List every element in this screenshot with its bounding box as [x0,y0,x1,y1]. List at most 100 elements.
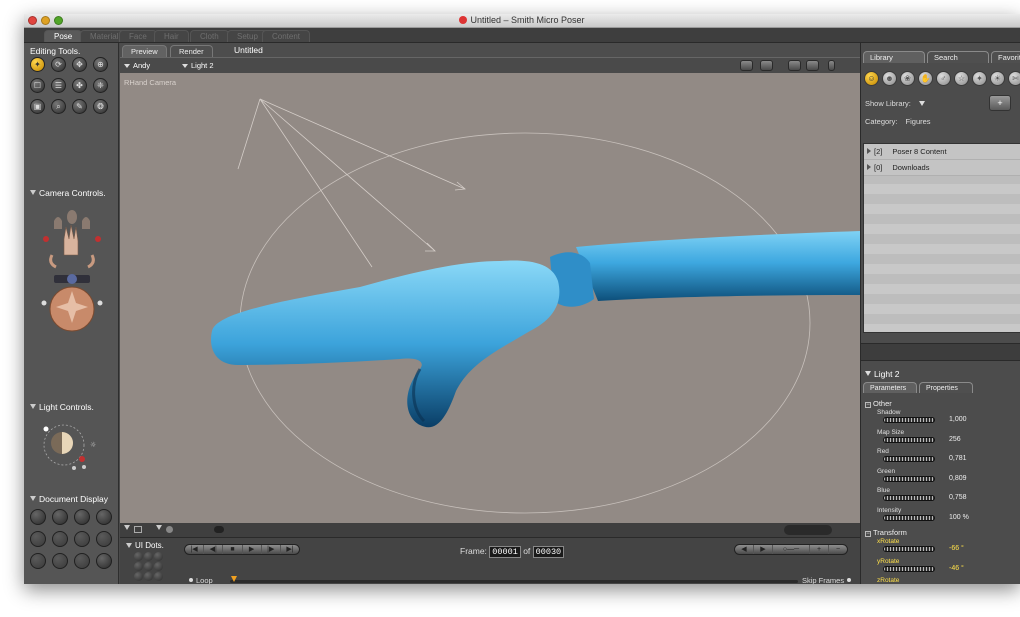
param-dial[interactable] [883,437,935,443]
translate-in-out-tool-icon[interactable]: ⊕ [93,57,108,72]
actor-select-menu[interactable]: Light 2 [182,61,214,70]
dock-icon[interactable] [134,526,142,533]
group-transform[interactable]: − Transform [865,528,907,537]
display-dots-toggle[interactable] [784,525,832,535]
param-dial[interactable] [883,566,935,572]
chevron-down-icon[interactable] [124,525,130,530]
wireframe-style-icon[interactable] [74,509,90,525]
collapse-triangle-icon[interactable] [30,190,36,195]
param-value[interactable]: -46 ° [949,565,964,572]
edit-keyframes-button[interactable]: ○—─ [773,545,810,554]
expressions-category-icon[interactable]: ❀ [900,71,915,86]
collapse-box-icon[interactable]: − [865,402,871,408]
3d-viewport[interactable]: RHand Camera [120,73,860,523]
go-to-end-button[interactable]: ▶| [281,545,299,554]
figure-circle-icon[interactable] [214,526,224,533]
ui-dot[interactable] [144,572,153,581]
morphing-tool-icon[interactable]: ✎ [72,99,87,114]
param-value[interactable]: 100 % [949,514,969,521]
collapse-box-icon[interactable]: − [865,531,871,537]
skip-frames-radio-icon[interactable] [847,578,852,582]
flat-shaded-style-icon[interactable] [52,531,68,547]
figures-category-icon[interactable]: ☺ [864,71,879,86]
cartoon-line-style-icon[interactable] [74,553,90,569]
param-value[interactable]: 0,781 [949,455,967,462]
ui-dot[interactable] [134,552,143,561]
flat-lined-style-icon[interactable] [74,531,90,547]
hidden-line-style-icon[interactable] [96,509,112,525]
group-other[interactable]: − Other [865,399,892,408]
current-frame-field[interactable]: 00001 [489,546,521,558]
param-dial[interactable] [883,495,935,501]
ui-dot[interactable] [154,572,163,581]
room-tab-pose[interactable]: Pose [44,30,83,42]
hair-category-icon[interactable]: ♂ [936,71,951,86]
timeline-scrubber[interactable] [230,576,798,583]
stop-button[interactable]: ■ [223,545,243,554]
step-forward-button[interactable]: |▶ [262,545,281,554]
show-library-row[interactable]: Show Library: [865,99,925,108]
previous-key-button[interactable]: ◀ [735,545,754,554]
tab-preview[interactable]: Preview [122,45,167,57]
add-keyframe-button[interactable]: + [810,545,829,554]
ground-plane-icon[interactable] [806,60,819,71]
tab-properties[interactable]: Properties [919,382,973,393]
room-tab-face[interactable]: Face [119,30,157,42]
ui-dot[interactable] [144,562,153,571]
depth-cue-icon[interactable] [828,60,835,71]
tab-parameters[interactable]: Parameters [863,382,917,393]
collapse-triangle-icon[interactable] [126,543,132,548]
direct-manipulation-tool-icon[interactable]: ❂ [93,99,108,114]
props-category-icon[interactable]: ☆ [954,71,969,86]
viewport-menu-arrow-icon[interactable] [842,60,850,71]
lights-category-icon[interactable]: ✦ [972,71,987,86]
param-dial[interactable] [883,417,935,423]
chain-break-tool-icon[interactable]: ✤ [72,78,87,93]
tab-render[interactable]: Render [170,45,213,57]
tab-search[interactable]: Search [927,51,989,63]
ui-dot[interactable] [144,552,153,561]
twist-tool-icon[interactable]: ⟳ [51,57,66,72]
room-tab-cloth[interactable]: Cloth [190,30,229,42]
smooth-shaded-style-icon[interactable] [96,553,112,569]
list-item[interactable]: [2] Poser 8 Content [864,144,1020,160]
materials-category-icon[interactable]: ✄ [1008,71,1020,86]
ui-dot[interactable] [154,552,163,561]
expand-arrow-icon[interactable] [867,148,871,154]
delete-keyframe-button[interactable]: − [829,545,847,554]
grouping-tool-icon[interactable]: ▣ [30,99,45,114]
param-dial[interactable] [883,546,935,552]
room-tab-content[interactable]: Content [262,30,311,42]
render-dimension-icon[interactable] [788,60,801,71]
chevron-down-icon[interactable] [865,371,871,376]
param-value[interactable]: 1,000 [949,416,967,423]
ui-dot[interactable] [134,562,143,571]
total-frames-field[interactable]: 00030 [532,546,565,558]
cartoon-style-icon[interactable] [96,531,112,547]
add-to-library-button[interactable]: + [989,95,1011,111]
param-value[interactable]: 0,809 [949,475,967,482]
expand-arrow-icon[interactable] [867,164,871,170]
taper-tool-icon[interactable]: ☰ [51,78,66,93]
translate-tool-icon[interactable]: ✥ [72,57,87,72]
shaded-style-icon[interactable] [30,553,46,569]
param-value[interactable]: 0,758 [949,494,967,501]
chevron-down-icon[interactable] [156,525,162,530]
param-value[interactable]: -66 ° [949,545,964,552]
view-magnifier-tool-icon[interactable]: ⌕ [51,99,66,114]
collapse-triangle-icon[interactable] [30,404,36,409]
step-back-button[interactable]: ◀| [204,545,224,554]
param-dial[interactable] [883,476,935,482]
room-tab-hair[interactable]: Hair [154,30,189,42]
go-to-start-button[interactable]: |◀ [185,545,205,554]
camera-view-icon[interactable] [740,60,753,71]
camera-controls-widget[interactable] [24,199,119,369]
silhouette-style-icon[interactable] [30,509,46,525]
cameras-category-icon[interactable]: ☀ [990,71,1005,86]
preview-options-icon[interactable] [166,526,173,533]
lit-wireframe-style-icon[interactable] [30,531,46,547]
outline-style-icon[interactable] [52,509,68,525]
ui-dot[interactable] [154,562,163,571]
light-controls-widget[interactable]: ☼ [24,413,119,483]
multi-view-icon[interactable] [760,60,773,71]
